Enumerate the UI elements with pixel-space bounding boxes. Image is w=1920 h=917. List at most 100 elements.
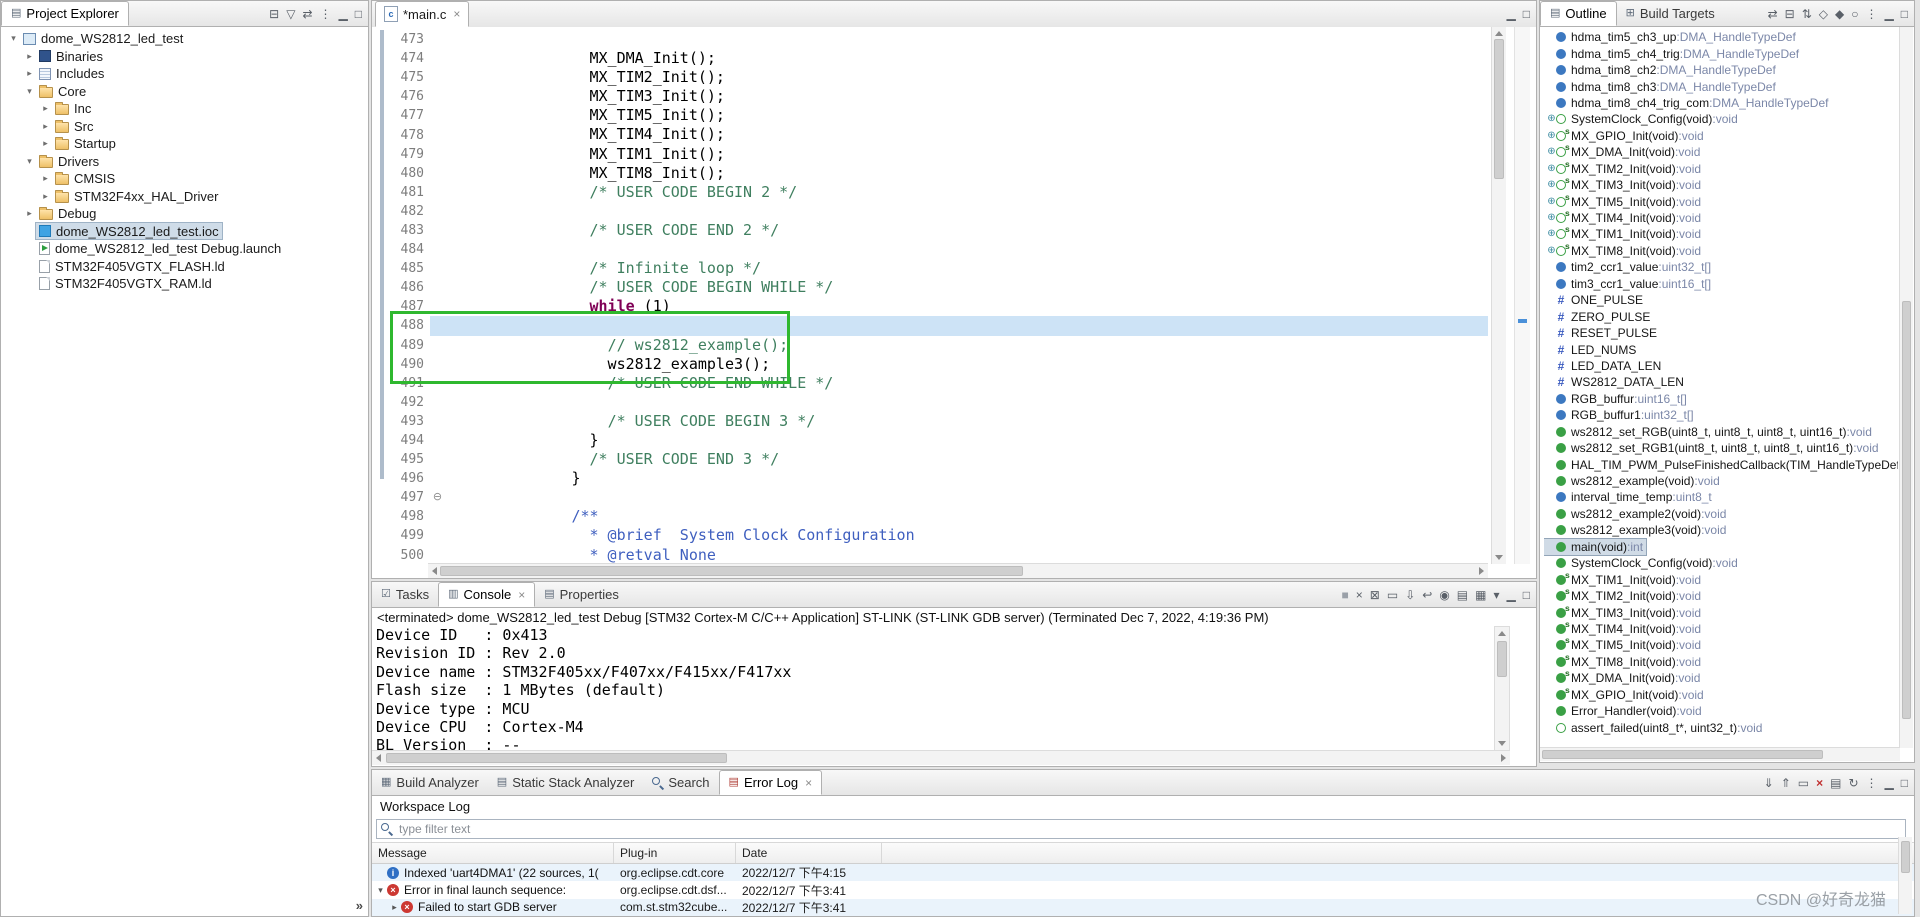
- column-header-date[interactable]: Date: [736, 843, 882, 863]
- outline-item[interactable]: ⊕ s MX_TIM4_Init(void) : void: [1544, 210, 1898, 226]
- expand-arrow-icon[interactable]: ▾: [23, 86, 36, 97]
- outline-item[interactable]: ws2812_example2(void) : void: [1544, 506, 1898, 522]
- code-area[interactable]: 473 MX_DMA_Init(); 474: [372, 30, 1536, 564]
- open-console-icon[interactable]: ▾: [1493, 589, 1499, 601]
- maximize-icon[interactable]: □: [1523, 589, 1530, 601]
- close-icon[interactable]: ×: [518, 588, 525, 602]
- outline-item[interactable]: main(void) : int: [1544, 539, 1898, 555]
- outline-item[interactable]: ⊕ SystemClock_Config(void) : void: [1544, 111, 1898, 127]
- maximize-icon[interactable]: □: [355, 8, 362, 20]
- tab-properties[interactable]: ▤ Properties: [535, 582, 628, 607]
- scroll-right-arrow-icon[interactable]: [1501, 754, 1506, 762]
- restore-log-icon[interactable]: ↻: [1848, 777, 1858, 789]
- export-log-icon[interactable]: ⇓: [1764, 777, 1774, 789]
- minimize-icon[interactable]: ▁: [339, 8, 348, 20]
- tree-item[interactable]: ▸ CMSIS: [1, 170, 368, 188]
- expand-arrow-icon[interactable]: ▸: [388, 902, 401, 913]
- pin-console-icon[interactable]: ◉: [1439, 589, 1449, 601]
- tree-item[interactable]: ▸ Binaries: [1, 48, 368, 66]
- sort-icon[interactable]: ⇅: [1802, 8, 1812, 20]
- log-row[interactable]: ▸ × Failed to start GDB server com.st.st…: [372, 899, 1914, 916]
- expand-arrow-icon[interactable]: ▸: [39, 191, 52, 202]
- expand-arrow-icon[interactable]: ▾: [7, 33, 20, 44]
- outline-item[interactable]: s MX_TIM4_Init(void) : void: [1544, 621, 1898, 637]
- console-vertical-scrollbar[interactable]: [1494, 626, 1510, 751]
- tree-item[interactable]: ▸ Includes: [1, 65, 368, 83]
- outline-item[interactable]: hdma_tim8_ch3 : DMA_HandleTypeDef: [1544, 78, 1898, 94]
- outline-item[interactable]: tim3_ccr1_value : uint16_t[]: [1544, 276, 1898, 292]
- tab-build-targets[interactable]: ⊞ Build Targets: [1617, 1, 1724, 26]
- outline-item[interactable]: interval_time_temp : uint8_t: [1544, 489, 1898, 505]
- outline-item[interactable]: s MX_TIM2_Init(void) : void: [1544, 588, 1898, 604]
- outline-item[interactable]: ⊕ s MX_TIM3_Init(void) : void: [1544, 177, 1898, 193]
- outline-item[interactable]: ⊕ s MX_TIM2_Init(void) : void: [1544, 161, 1898, 177]
- tab-project-explorer[interactable]: ▤ Project Explorer: [1, 1, 129, 26]
- close-icon[interactable]: ×: [805, 776, 812, 790]
- tree-item[interactable]: ▾ dome_WS2812_led_test: [1, 30, 368, 48]
- outline-item[interactable]: RGB_buffur : uint16_t[]: [1544, 391, 1898, 407]
- outline-item[interactable]: s MX_TIM8_Init(void) : void: [1544, 654, 1898, 670]
- tab-error-log[interactable]: ▤ Error Log ×: [719, 770, 823, 795]
- clear-console-icon[interactable]: ▭: [1387, 589, 1398, 601]
- minimize-icon[interactable]: ▁: [1885, 8, 1894, 20]
- log-row[interactable]: ▾ × Error in final launch sequence: org.…: [372, 881, 1914, 898]
- view-menu-icon[interactable]: ⋮: [320, 8, 332, 20]
- column-header-message[interactable]: Message: [372, 843, 614, 863]
- expand-arrow-icon[interactable]: ▸: [39, 121, 52, 132]
- tree-item[interactable]: ▾ Drivers: [1, 153, 368, 171]
- scroll-down-arrow-icon[interactable]: [1495, 555, 1503, 560]
- scrollbar-thumb[interactable]: [1542, 750, 1823, 759]
- hide-static-members-icon[interactable]: ◆: [1835, 8, 1844, 20]
- outline-item[interactable]: s MX_TIM5_Init(void) : void: [1544, 637, 1898, 653]
- outline-item[interactable]: RGB_buffur1 : uint32_t[]: [1544, 407, 1898, 423]
- outline-item[interactable]: # RESET_PULSE: [1544, 325, 1898, 341]
- fold-marker-icon[interactable]: ⊖: [430, 492, 445, 503]
- tab-console[interactable]: ▥ Console ×: [438, 582, 535, 607]
- tab-search[interactable]: Search: [643, 770, 718, 795]
- tree-item[interactable]: ▸ Debug: [1, 205, 368, 223]
- outline-item[interactable]: assert_failed(uint8_t*, uint32_t) : void: [1544, 719, 1898, 735]
- outline-item[interactable]: # WS2812_DATA_LEN: [1544, 374, 1898, 390]
- outline-item[interactable]: ⊕ s MX_TIM5_Init(void) : void: [1544, 193, 1898, 209]
- scrollbar-thumb[interactable]: [1902, 301, 1911, 719]
- expand-arrow-icon[interactable]: ▾: [23, 156, 36, 167]
- maximize-icon[interactable]: □: [1901, 8, 1908, 20]
- scrollbar-thumb[interactable]: [386, 753, 727, 763]
- outline-item[interactable]: # ZERO_PULSE: [1544, 308, 1898, 324]
- outline-item[interactable]: # ONE_PULSE: [1544, 292, 1898, 308]
- overview-ruler[interactable]: [1514, 27, 1530, 564]
- column-header-plugin[interactable]: Plug-in: [614, 843, 736, 863]
- outline-item[interactable]: ⊕ s MX_TIM8_Init(void) : void: [1544, 243, 1898, 259]
- outline-item[interactable]: hdma_tim8_ch4_trig_com : DMA_HandleTypeD…: [1544, 95, 1898, 111]
- outline-item[interactable]: Error_Handler(void) : void: [1544, 703, 1898, 719]
- maximize-icon[interactable]: □: [1901, 777, 1908, 789]
- scroll-left-arrow-icon[interactable]: [432, 567, 437, 575]
- overview-marker[interactable]: [1518, 319, 1527, 323]
- expand-arrow-icon[interactable]: ▸: [23, 208, 36, 219]
- remove-all-launches-icon[interactable]: ⊠: [1370, 589, 1380, 601]
- view-menu-icon[interactable]: ⋮: [1866, 777, 1878, 789]
- open-log-icon[interactable]: ▤: [1830, 777, 1841, 789]
- hide-fields-icon[interactable]: ◇: [1819, 8, 1828, 20]
- outline-item[interactable]: SystemClock_Config(void) : void: [1544, 555, 1898, 571]
- outline-item[interactable]: ⊕ s MX_DMA_Init(void) : void: [1544, 144, 1898, 160]
- outline-item[interactable]: ⊕ s MX_TIM1_Init(void) : void: [1544, 226, 1898, 242]
- scroll-up-arrow-icon[interactable]: [1495, 31, 1503, 36]
- display-selected-console-icon[interactable]: ▦: [1475, 589, 1486, 601]
- minimize-icon[interactable]: ▁: [1507, 8, 1516, 20]
- tree-item[interactable]: ▾ Core: [1, 83, 368, 101]
- outline-item[interactable]: # LED_DATA_LEN: [1544, 358, 1898, 374]
- collapse-all-icon[interactable]: ⊟: [269, 8, 279, 20]
- editor-vertical-scrollbar[interactable]: [1491, 27, 1506, 564]
- tab-static-stack-analyzer[interactable]: ▤ Static Stack Analyzer: [488, 770, 644, 795]
- close-icon[interactable]: ×: [453, 7, 460, 21]
- minimize-icon[interactable]: ▁: [1885, 777, 1894, 789]
- scroll-right-arrow-icon[interactable]: [1479, 567, 1484, 575]
- expand-arrow-icon[interactable]: ▸: [39, 173, 52, 184]
- show-stdout-icon[interactable]: ▤: [1457, 589, 1468, 601]
- console-horizontal-scrollbar[interactable]: [372, 750, 1510, 765]
- log-filter-input[interactable]: [376, 819, 1906, 839]
- outline-item[interactable]: hdma_tim5_ch4_trig : DMA_HandleTypeDef: [1544, 45, 1898, 61]
- scroll-down-arrow-icon[interactable]: [1498, 741, 1506, 746]
- tab-build-analyzer[interactable]: ▦ Build Analyzer: [372, 770, 488, 795]
